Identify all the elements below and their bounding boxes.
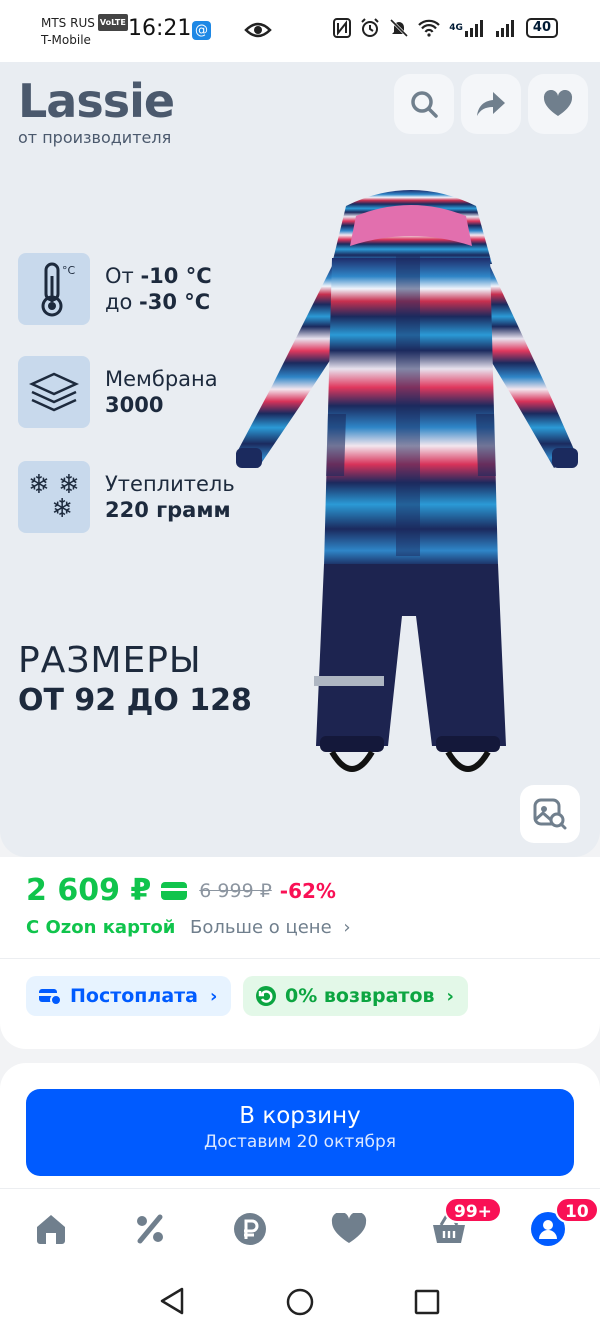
insulation-label: Утеплитель (105, 472, 235, 496)
card-clock-icon (39, 989, 62, 1006)
temp-from-value: -10 °C (140, 264, 212, 288)
signal-icon (464, 20, 483, 37)
nfc-icon (333, 18, 352, 38)
product-image (236, 190, 578, 772)
brand-logo: Lassie (18, 74, 175, 128)
temp-from-label: От (105, 264, 141, 288)
bottom-tab-bar: 99+ 10 (0, 1188, 600, 1266)
network-type: 4G (449, 23, 463, 33)
returns-label: 0% возвратов (285, 985, 435, 1007)
carrier-2: T-Mobile (41, 33, 91, 47)
wifi-icon (418, 19, 441, 37)
feature-temperature: °C От -10 °C до -30 °C (18, 253, 212, 325)
favorite-button[interactable] (528, 74, 588, 134)
current-price: 2 609 ₽ (26, 873, 152, 908)
ozon-card-label: С Ozon картой (26, 917, 176, 938)
sizes-range: ОТ 92 ДО 128 (18, 683, 252, 718)
cart-badge: 99+ (444, 1197, 502, 1223)
more-about-price-link[interactable]: Больше о цене › (190, 917, 351, 938)
carrier-1: MTS RUS (41, 16, 95, 30)
tab-home[interactable] (31, 1209, 71, 1249)
mute-icon (390, 18, 409, 38)
search-icon (411, 91, 438, 118)
ozon-card-icon (161, 881, 188, 900)
volte-badge: VoLTE (97, 14, 128, 31)
ruble-icon (234, 1213, 266, 1245)
thermometer-icon: °C (18, 253, 90, 325)
snowflakes-icon: ❄ ❄ ❄ (18, 461, 90, 533)
delivery-date: Доставим 20 октября (204, 1132, 396, 1152)
search-button[interactable] (394, 74, 454, 134)
old-price: 6 999 ₽ (199, 879, 272, 902)
feature-insulation: ❄ ❄ ❄ Утеплитель 220 грамм (18, 461, 235, 533)
status-icons: 4G 40 (333, 18, 558, 38)
return-icon (256, 986, 276, 1006)
more-about-price-label: Больше о цене (190, 917, 332, 938)
temp-to-label: до (105, 290, 140, 314)
recents-icon[interactable] (413, 1288, 441, 1316)
visual-search-button[interactable] (520, 785, 580, 843)
membrane-icon (18, 356, 90, 428)
heart-icon (543, 90, 573, 116)
temp-to-value: -30 °C (139, 290, 211, 314)
postpay-label: Постоплата (70, 985, 198, 1007)
divider (0, 958, 600, 959)
back-icon[interactable] (158, 1286, 186, 1316)
tab-finance[interactable] (230, 1209, 270, 1249)
add-to-cart-button[interactable]: В корзину Доставим 20 октября (26, 1089, 574, 1176)
tab-discounts[interactable] (130, 1209, 170, 1249)
clock: 16:21 (128, 16, 192, 41)
status-bar: MTS RUS VoLTE T-Mobile 16:21 @ 4G 40 (0, 0, 600, 62)
membrane-label: Мембрана (105, 367, 218, 391)
heart-icon (331, 1213, 367, 1243)
insulation-value: 220 грамм (105, 498, 231, 522)
profile-badge: 10 (555, 1197, 599, 1223)
eye-icon (244, 22, 272, 38)
share-button[interactable] (461, 74, 521, 134)
percent-icon (137, 1214, 163, 1244)
tab-favorites[interactable] (329, 1209, 369, 1249)
svg-text:°C: °C (62, 264, 76, 277)
chevron-right-icon: › (446, 985, 454, 1007)
membrane-value: 3000 (105, 393, 164, 417)
system-nav-bar (0, 1266, 600, 1334)
postpay-chip[interactable]: Постоплата › (26, 976, 232, 1016)
chevron-right-icon: › (343, 917, 351, 938)
battery-indicator: 40 (525, 18, 558, 38)
share-icon (477, 92, 505, 116)
carrier-info: MTS RUS VoLTE T-Mobile (41, 14, 128, 49)
home-nav-icon[interactable] (285, 1287, 315, 1317)
chevron-right-icon: › (209, 985, 218, 1007)
discount-badge: -62% (279, 878, 336, 903)
home-icon (37, 1215, 65, 1244)
add-to-cart-label: В корзину (239, 1103, 361, 1129)
image-search-icon (533, 798, 567, 830)
feature-membrane: Мембрана 3000 (18, 356, 218, 428)
brand-subtitle: от производителя (18, 128, 172, 147)
notification-at-icon: @ (192, 21, 211, 40)
signal-icon-2 (495, 20, 514, 37)
price-row: 2 609 ₽ 6 999 ₽ -62% (26, 873, 336, 908)
price-card: 2 609 ₽ 6 999 ₽ -62% С Ozon картой Больш… (0, 857, 600, 1049)
sizes-title: РАЗМЕРЫ (18, 640, 202, 681)
alarm-icon (361, 18, 379, 37)
returns-chip[interactable]: 0% возвратов › (243, 976, 468, 1016)
